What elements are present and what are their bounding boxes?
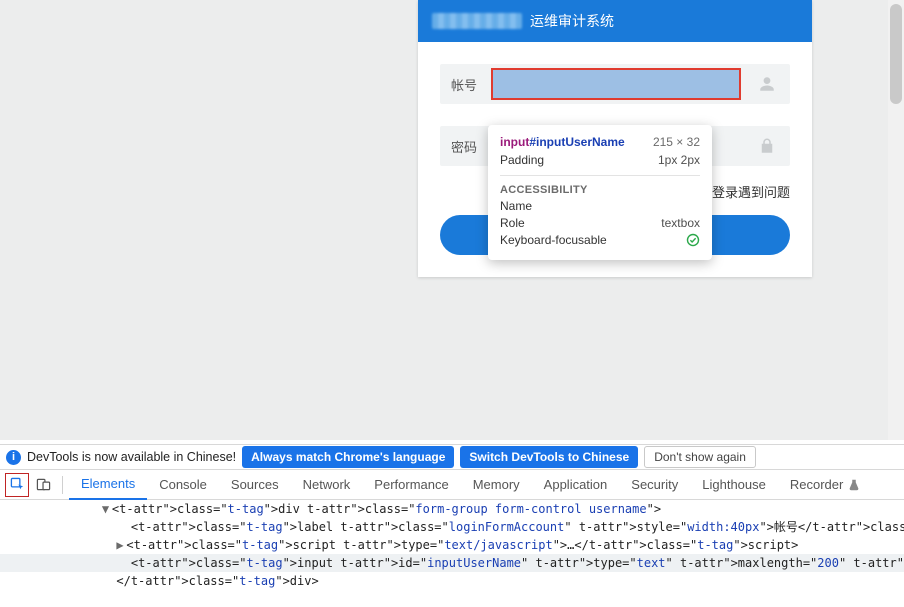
page-background: 运维审计系统 帐号 密码 (0, 0, 904, 440)
login-card-header: 运维审计系统 (418, 0, 812, 42)
lock-icon (744, 126, 790, 166)
tab-elements[interactable]: Elements (69, 470, 147, 500)
username-row: 帐号 (440, 64, 790, 104)
page-scrollbar[interactable] (888, 0, 904, 440)
scrollbar-thumb[interactable] (890, 4, 902, 104)
inspect-element-tool[interactable] (4, 472, 30, 498)
tab-separator (62, 476, 63, 494)
dismiss-button[interactable]: Don't show again (644, 446, 756, 468)
username-input[interactable] (491, 68, 741, 100)
devtools-infobar: i DevTools is now available in Chinese! … (0, 444, 904, 470)
dom-line[interactable]: ▼<t-attr">class="t-tag">div t-attr">clas… (0, 500, 904, 518)
tab-lighthouse[interactable]: Lighthouse (690, 470, 778, 500)
dom-line-selected[interactable]: <t-attr">class="t-tag">input t-attr">id=… (0, 554, 904, 572)
login-help-link[interactable]: 登录遇到问题 (712, 185, 790, 200)
tab-performance[interactable]: Performance (362, 470, 460, 500)
tab-security[interactable]: Security (619, 470, 690, 500)
tooltip-selector: input#inputUserName (500, 135, 625, 149)
tooltip-kf-label: Keyboard-focusable (500, 233, 607, 250)
tooltip-name-label: Name (500, 199, 532, 213)
tooltip-padding-value: 1px 2px (658, 153, 700, 167)
tab-sources[interactable]: Sources (219, 470, 291, 500)
tab-console[interactable]: Console (147, 470, 219, 500)
tab-memory[interactable]: Memory (461, 470, 532, 500)
infobar-message: DevTools is now available in Chinese! (27, 450, 236, 464)
devtools-tabstrip: Elements Console Sources Network Perform… (0, 470, 904, 500)
tooltip-dimensions: 215 × 32 (653, 135, 700, 149)
dom-line[interactable]: <t-attr">class="t-tag">label t-attr">cla… (0, 518, 904, 536)
password-label: 密码 (440, 126, 488, 166)
inspector-tooltip: input#inputUserName 215 × 32 Padding 1px… (488, 125, 712, 260)
user-icon (744, 64, 790, 104)
dom-line[interactable]: ▶<t-attr">class="t-tag">script t-attr">t… (0, 536, 904, 554)
check-circle-icon (686, 233, 700, 247)
tooltip-padding-label: Padding (500, 153, 544, 167)
login-title: 运维审计系统 (530, 11, 614, 31)
tooltip-kf-value (686, 233, 700, 250)
flask-icon (847, 478, 861, 492)
elements-panel[interactable]: ▼<t-attr">class="t-tag">div t-attr">clas… (0, 500, 904, 607)
username-label: 帐号 (440, 64, 488, 104)
tooltip-role-value: textbox (661, 216, 700, 230)
tab-recorder[interactable]: Recorder (778, 470, 873, 500)
tab-network[interactable]: Network (291, 470, 363, 500)
brand-logo (432, 13, 522, 29)
info-icon: i (6, 450, 21, 465)
device-toolbar-tool[interactable] (30, 472, 56, 498)
dom-line[interactable]: </t-attr">class="t-tag">div> (0, 572, 904, 590)
match-language-button[interactable]: Always match Chrome's language (242, 446, 454, 468)
tooltip-role-label: Role (500, 216, 525, 230)
tooltip-a11y-header: ACCESSIBILITY (500, 175, 700, 196)
tab-application[interactable]: Application (532, 470, 620, 500)
switch-language-button[interactable]: Switch DevTools to Chinese (460, 446, 638, 468)
